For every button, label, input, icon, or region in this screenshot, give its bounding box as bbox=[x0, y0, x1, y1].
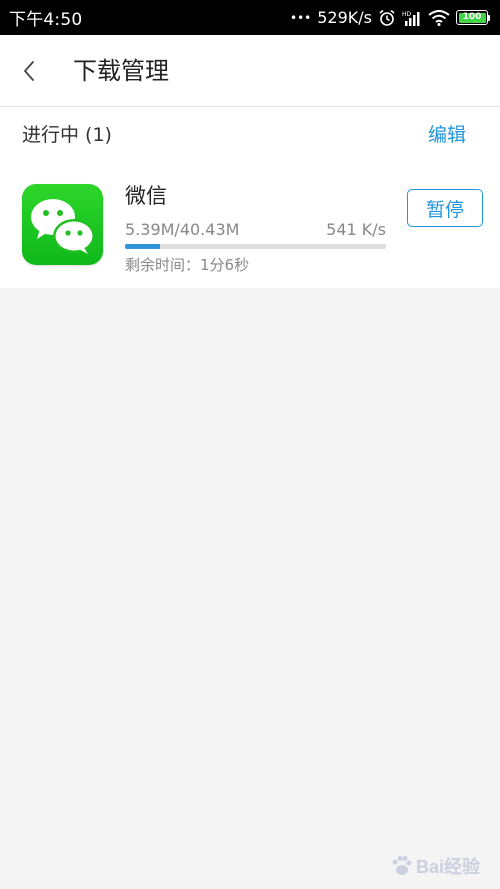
chevron-left-icon bbox=[24, 61, 34, 81]
wechat-icon bbox=[22, 184, 103, 265]
svg-text:HD: HD bbox=[402, 11, 412, 18]
status-bar: 下午4:50 ••• 529K/s HD 100 bbox=[0, 0, 500, 35]
signal-icon: HD bbox=[402, 10, 422, 26]
notification-dots: ••• bbox=[290, 10, 312, 25]
net-speed: 529K/s bbox=[317, 8, 372, 27]
wifi-icon bbox=[428, 9, 450, 26]
edit-button[interactable]: 编辑 bbox=[428, 122, 466, 148]
alarm-icon bbox=[378, 9, 396, 27]
battery-icon: 100 bbox=[456, 10, 490, 25]
progress-fill bbox=[125, 244, 160, 249]
download-speed: 541 K/s bbox=[326, 220, 386, 239]
app-name: 微信 bbox=[125, 184, 167, 208]
remaining-time: 剩余时间：1分6秒 bbox=[125, 256, 250, 274]
download-item[interactable]: 微信 5.39M/40.43M 541 K/s 剩余时间：1分6秒 暂停 bbox=[0, 177, 500, 277]
battery-level: 100 bbox=[458, 12, 486, 23]
back-button[interactable] bbox=[14, 55, 44, 87]
paw-icon bbox=[392, 856, 412, 875]
section-title: 进行中 (1) bbox=[22, 124, 112, 146]
status-icons: ••• 529K/s HD 100 bbox=[290, 8, 490, 27]
status-time: 下午4:50 bbox=[9, 10, 83, 30]
app-header: 下载管理 bbox=[0, 35, 500, 107]
download-size: 5.39M/40.43M bbox=[125, 220, 240, 239]
download-section: 进行中 (1) 编辑 微信 5.39M/40.43M 541 K/s 剩余时间：… bbox=[0, 107, 500, 288]
watermark-text: Bai经验 bbox=[415, 857, 480, 877]
watermark: Bai经验 bbox=[389, 853, 480, 879]
progress-bar bbox=[125, 244, 386, 249]
pause-button[interactable]: 暂停 bbox=[407, 189, 483, 227]
page-title: 下载管理 bbox=[73, 57, 169, 85]
